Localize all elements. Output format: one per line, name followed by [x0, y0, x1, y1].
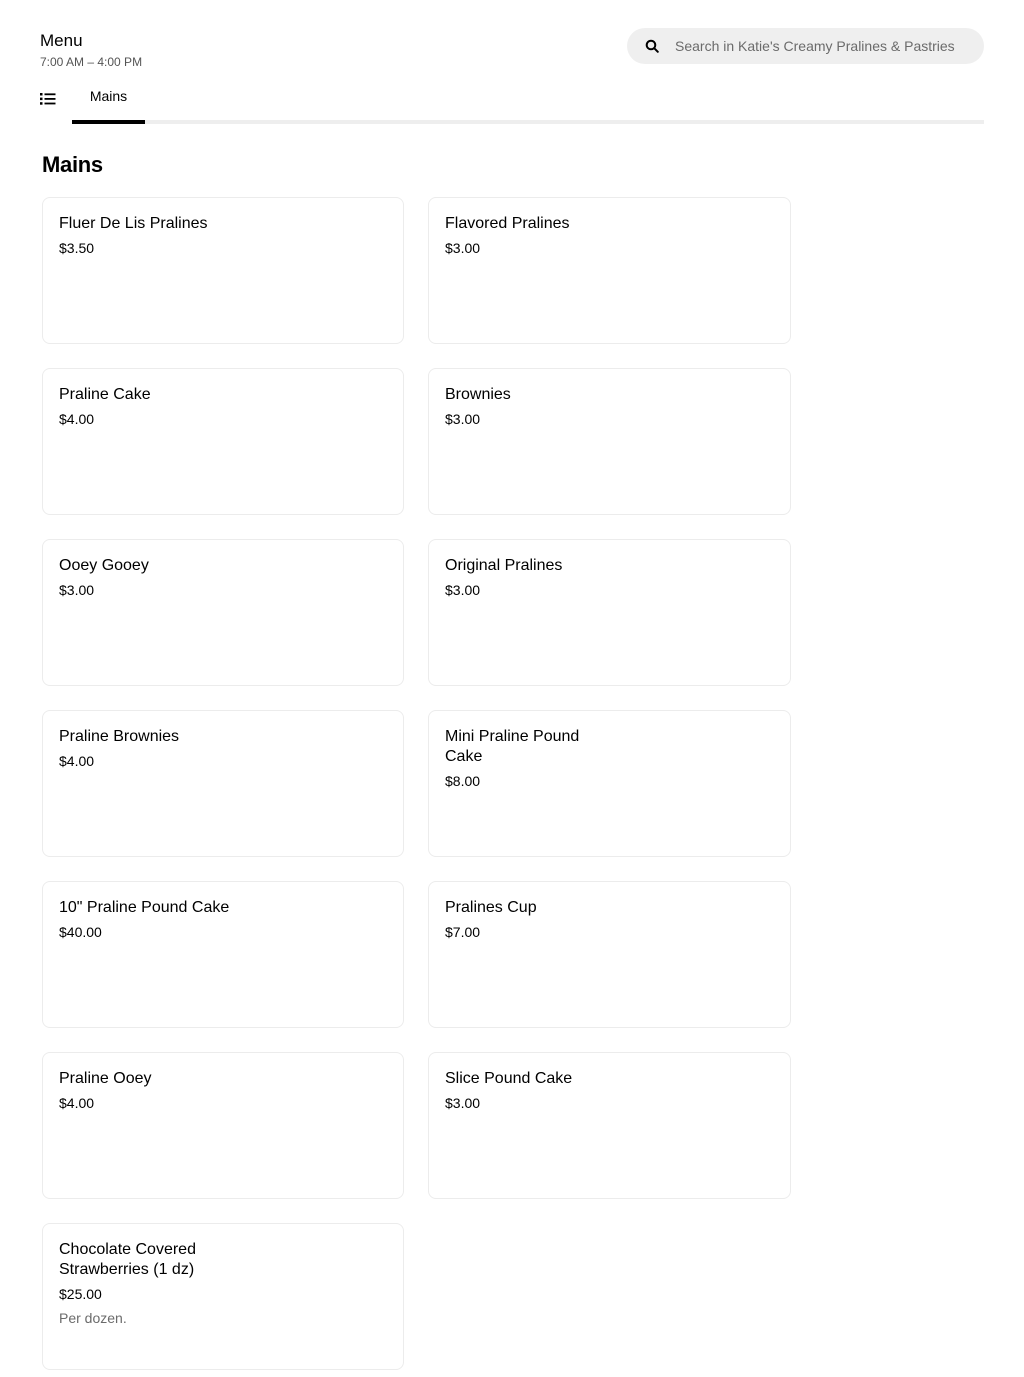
item-price: $3.00: [445, 411, 481, 427]
menu-items-grid: Fluer De Lis Pralines $3.50 Flavored Pra…: [42, 197, 792, 1370]
item-name: Praline Brownies: [59, 728, 180, 745]
menu-item-card[interactable]: Pralines Cup $7.00: [428, 881, 791, 1028]
active-tab-indicator: [72, 120, 145, 124]
item-name: Flavored Pralines: [445, 215, 570, 232]
item-name: Praline Ooey: [59, 1070, 152, 1087]
item-name: 10" Praline Pound Cake: [59, 899, 230, 916]
item-name: Pralines Cup: [445, 899, 537, 916]
item-price: $25.00: [59, 1286, 102, 1302]
menu-item-card[interactable]: 10" Praline Pound Cake $40.00: [42, 881, 404, 1028]
item-name: Brownies: [445, 386, 511, 403]
item-name: Fluer De Lis Pralines: [59, 215, 208, 232]
item-name: Original Pralines: [445, 557, 563, 574]
item-price: $3.50: [59, 240, 95, 256]
menu-item-card[interactable]: Slice Pound Cake $3.00: [428, 1052, 791, 1199]
list-icon[interactable]: [40, 92, 56, 106]
store-header: Menu 7:00 AM – 4:00 PM: [40, 28, 984, 72]
menu-hours: 7:00 AM – 4:00 PM: [40, 55, 143, 69]
menu-item-card[interactable]: Ooey Gooey $3.00: [42, 539, 404, 686]
menu-item-card[interactable]: Chocolate Covered Strawberries (1 dz) $2…: [42, 1223, 404, 1370]
item-price: $3.00: [445, 1095, 481, 1111]
section-title: Mains: [42, 152, 103, 177]
search-icon: [644, 38, 660, 54]
menu-item-card[interactable]: Praline Cake $4.00: [42, 368, 404, 515]
item-price: $3.00: [445, 240, 481, 256]
item-price: $4.00: [59, 753, 95, 769]
menu-item-card[interactable]: Flavored Pralines $3.00: [428, 197, 791, 344]
menu-item-card[interactable]: Praline Ooey $4.00: [42, 1052, 404, 1199]
item-description: Per dozen.: [59, 1310, 127, 1326]
item-name: Chocolate Covered Strawberries (1 dz): [59, 1241, 196, 1278]
menu-item-card[interactable]: Fluer De Lis Pralines $3.50: [42, 197, 404, 344]
tab-track: [72, 120, 984, 124]
tab-mains[interactable]: Mains: [72, 84, 145, 124]
item-name: Praline Cake: [59, 386, 151, 403]
menu-item-card[interactable]: Original Pralines $3.00: [428, 539, 791, 686]
item-name: Mini Praline Pound Cake: [445, 728, 580, 765]
category-tabbar: Mains: [40, 84, 984, 126]
item-price: $4.00: [59, 411, 95, 427]
search-input[interactable]: [675, 38, 965, 54]
item-price: $40.00: [59, 924, 102, 940]
item-price: $3.00: [445, 582, 481, 598]
item-price: $4.00: [59, 1095, 95, 1111]
tab-label: Mains: [89, 88, 128, 104]
menu-item-card[interactable]: Mini Praline Pound Cake $8.00: [428, 710, 791, 857]
item-name: Ooey Gooey: [59, 557, 149, 574]
menu-title: Menu: [40, 31, 83, 50]
item-price: $7.00: [445, 924, 481, 940]
item-price: $8.00: [445, 773, 481, 789]
menu-item-card[interactable]: Praline Brownies $4.00: [42, 710, 404, 857]
menu-item-card[interactable]: Brownies $3.00: [428, 368, 791, 515]
item-price: $3.00: [59, 582, 95, 598]
item-name: Slice Pound Cake: [445, 1070, 573, 1087]
search-bar[interactable]: [627, 28, 984, 64]
